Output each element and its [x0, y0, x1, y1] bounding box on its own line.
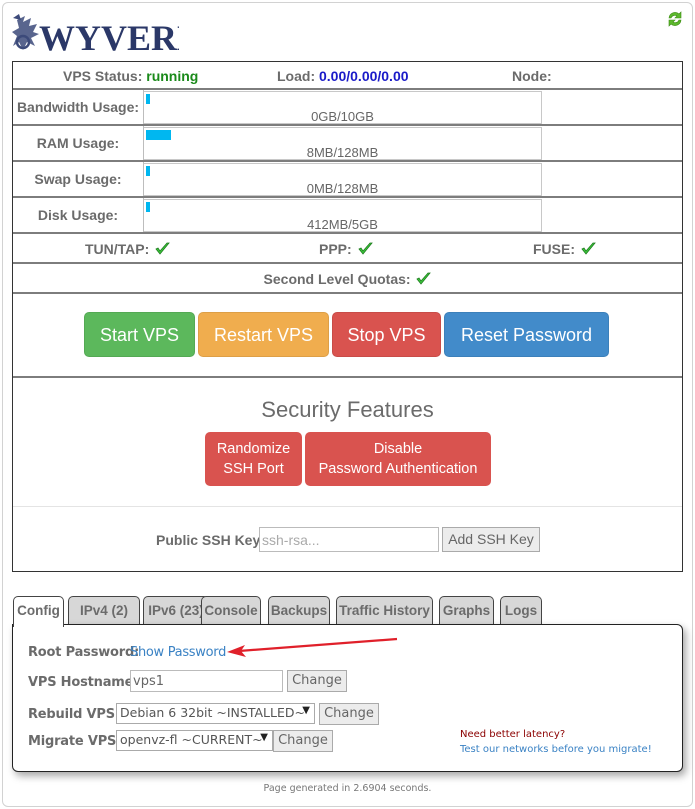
quotas-label: Second Level Quotas: [263, 271, 411, 287]
second-level-quotas: Second Level Quotas: [13, 271, 682, 287]
ssh-key-input[interactable] [259, 527, 439, 552]
disable-password-auth-button[interactable]: Disable Password Authentication [305, 432, 491, 486]
reset-password-button[interactable]: Reset Password [444, 312, 609, 357]
ram-usage-fill [146, 130, 171, 140]
disk-usage-bar: 412MB/5GB [144, 199, 542, 232]
page-generated-footer: Page generated in 2.6904 seconds. [263, 783, 432, 794]
feature-fuse: FUSE: [533, 241, 596, 257]
randomize-line2: SSH Port [223, 461, 284, 477]
feature-fuse-label: FUSE: [533, 241, 575, 257]
disk-usage-text: 412MB/5GB [307, 217, 378, 232]
vps-status-label: VPS Status: [63, 68, 143, 84]
test-networks-link[interactable]: Test our networks before you migrate! [460, 744, 652, 755]
status-row: VPS Status: running Load: 0.00/0.00/0.00… [13, 62, 682, 90]
hostname-input[interactable] [130, 670, 283, 692]
disable-line2: Password Authentication [318, 461, 478, 477]
wyvern-logo[interactable]: WYVERN [11, 12, 179, 56]
latency-question: Need better latency? [460, 729, 566, 740]
disable-line1: Disable [373, 441, 423, 457]
check-icon [357, 242, 373, 255]
tab-console[interactable]: Console [201, 596, 261, 624]
check-icon [416, 272, 432, 285]
tab-ipv4[interactable]: IPv4 (2) [68, 596, 140, 624]
start-vps-button[interactable]: Start VPS [84, 312, 195, 357]
vps-stats-table: VPS Status: running Load: 0.00/0.00/0.00… [12, 61, 683, 572]
security-divider [13, 506, 682, 507]
restart-vps-button[interactable]: Restart VPS [198, 312, 329, 357]
load-label: Load: [277, 68, 316, 84]
load: Load: 0.00/0.00/0.00 [277, 68, 409, 84]
ssh-key-label: Public SSH Key: [156, 532, 265, 548]
vps-status: VPS Status: running [63, 68, 198, 84]
node-label: Node: [512, 68, 552, 84]
rebuild-selected-value: Debian 6 32bit ~INSTALLED~ [120, 705, 305, 720]
actions-row: Start VPS Restart VPS Stop VPS Reset Pas… [13, 294, 682, 378]
feature-ppp-label: PPP: [319, 241, 352, 257]
feature-tun-tap: TUN/TAP: [85, 241, 171, 257]
tab-ipv6[interactable]: IPv6 (23) [143, 596, 209, 624]
hostname-label: VPS Hostname: [28, 675, 139, 690]
change-rebuild-button[interactable]: Change [319, 703, 379, 725]
migrate-label: Migrate VPS: [28, 734, 122, 749]
migrate-selected-value: openvz-fl ~CURRENT~ [120, 732, 263, 747]
brand-name: WYVERN [39, 18, 179, 56]
disk-usage-label: Disk Usage: [13, 198, 144, 232]
tab-traffic-history[interactable]: Traffic History [336, 596, 433, 624]
randomize-line1: Randomize [216, 441, 291, 457]
bandwidth-usage-row: Bandwidth Usage: 0GB/10GB [13, 90, 682, 126]
check-icon [155, 242, 171, 255]
dropdown-arrow-icon: ▼ [302, 705, 310, 716]
change-migrate-button[interactable]: Change [273, 730, 333, 752]
randomize-ssh-port-button[interactable]: Randomize SSH Port [205, 432, 302, 486]
ram-usage-bar: 8MB/128MB [144, 127, 542, 160]
quotas-row: Second Level Quotas: [13, 264, 682, 294]
load-value: 0.00/0.00/0.00 [319, 68, 409, 84]
swap-usage-label: Swap Usage: [13, 162, 144, 196]
swap-usage-text: 0MB/128MB [306, 181, 379, 196]
rebuild-label: Rebuild VPS: [28, 707, 120, 722]
stop-vps-button[interactable]: Stop VPS [332, 312, 441, 357]
add-ssh-key-button[interactable]: Add SSH Key [442, 527, 540, 552]
vps-status-value: running [146, 68, 199, 84]
ram-usage-label: RAM Usage: [13, 126, 144, 160]
tab-graphs[interactable]: Graphs [439, 596, 494, 624]
dropdown-arrow-icon: ▼ [260, 732, 268, 743]
feature-tun-tap-label: TUN/TAP: [85, 241, 150, 257]
tab-config[interactable]: Config [13, 596, 64, 627]
bandwidth-usage-text: 0GB/10GB [311, 109, 374, 124]
node: Node: [512, 68, 552, 84]
check-icon [581, 242, 596, 255]
wyvern-dragon-icon: WYVERN [12, 14, 179, 56]
refresh-icon[interactable] [666, 10, 684, 28]
show-password-link[interactable]: Show Password [130, 645, 226, 660]
bandwidth-usage-fill [146, 94, 150, 104]
swap-usage-row: Swap Usage: 0MB/128MB [13, 162, 682, 198]
security-features-title: Security Features [261, 397, 434, 422]
swap-usage-bar: 0MB/128MB [144, 163, 542, 196]
root-password-label: Root Password: [28, 645, 140, 660]
swap-usage-fill [146, 166, 150, 176]
rebuild-os-select[interactable]: Debian 6 32bit ~INSTALLED~ ▼ [116, 703, 315, 724]
tab-backups[interactable]: Backups [268, 596, 330, 624]
features-row: TUN/TAP: PPP: FUSE: [13, 234, 682, 264]
tab-logs[interactable]: Logs [500, 596, 542, 624]
change-hostname-button[interactable]: Change [287, 670, 347, 692]
disk-usage-row: Disk Usage: 412MB/5GB [13, 198, 682, 234]
feature-ppp: PPP: [319, 241, 373, 257]
migrate-node-select[interactable]: openvz-fl ~CURRENT~ ▼ [116, 730, 273, 751]
ram-usage-text: 8MB/128MB [306, 145, 379, 160]
ram-usage-row: RAM Usage: 8MB/128MB [13, 126, 682, 162]
disk-usage-fill [146, 202, 150, 212]
bandwidth-usage-label: Bandwidth Usage: [13, 90, 144, 124]
bandwidth-usage-bar: 0GB/10GB [144, 91, 542, 124]
